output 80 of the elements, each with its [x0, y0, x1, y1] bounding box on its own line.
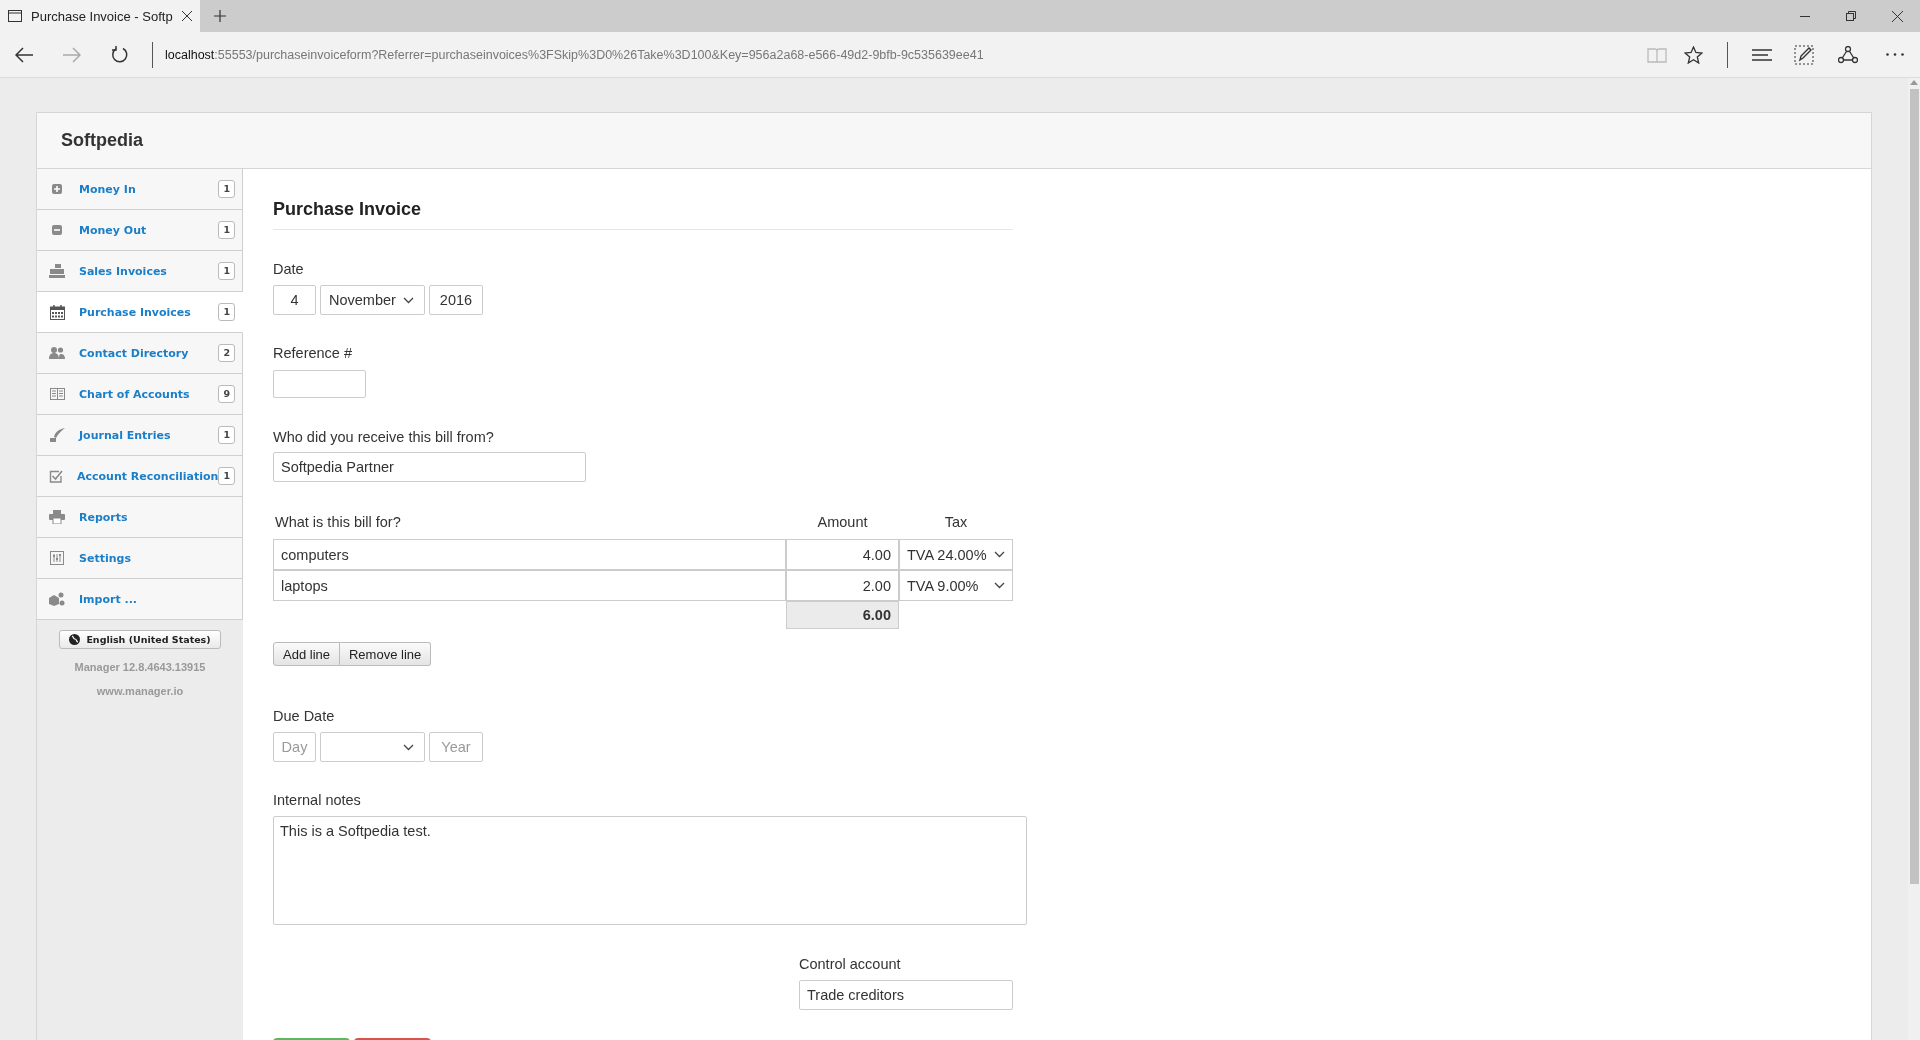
scrollbar[interactable]	[1908, 78, 1920, 1040]
line-button[interactable]: Remove line	[340, 642, 432, 666]
caret-icon	[403, 296, 414, 304]
minus-icon	[52, 225, 62, 235]
year-field[interactable]: 2016	[429, 285, 483, 315]
star-icon[interactable]	[1683, 45, 1703, 64]
sidebar-item[interactable]: Money Out 1	[37, 210, 243, 251]
description-field[interactable]: laptops	[273, 570, 786, 601]
people-icon	[49, 347, 65, 359]
sidebar-item[interactable]: Journal Entries 1	[37, 415, 243, 456]
sliders-icon	[50, 551, 64, 565]
back-arrow-icon[interactable]	[15, 46, 33, 63]
form-title: Purchase Invoice	[273, 197, 1013, 230]
browser-tab[interactable]: Purchase Invoice - Softp	[0, 0, 200, 32]
brand-title: Softpedia	[61, 130, 143, 151]
count-badge: 2	[218, 344, 235, 362]
column-header: Amount	[817, 513, 868, 531]
control-account-field[interactable]: Trade creditors	[799, 980, 1013, 1010]
sidebar-item[interactable]: Money In 1	[37, 169, 243, 210]
count-badge: 1	[218, 303, 235, 321]
restore-icon[interactable]	[1846, 11, 1856, 21]
amount-field[interactable]: 2.00	[786, 570, 899, 601]
page-icon	[8, 10, 22, 22]
sidebar-item[interactable]: Account Reconciliation 1	[37, 456, 243, 497]
field-label: Reference #	[273, 344, 352, 362]
field-label: Internal notes	[273, 791, 361, 809]
description-field[interactable]: computers	[273, 539, 786, 570]
book-icon	[49, 388, 65, 400]
notes-field[interactable]: This is a Softpedia test.	[273, 816, 1027, 925]
cubes-icon	[49, 592, 65, 606]
caret-icon	[403, 743, 414, 751]
line-button[interactable]: Add line	[273, 642, 340, 666]
scrollbar-thumb[interactable]	[1909, 89, 1919, 884]
amount-field[interactable]: 4.00	[786, 539, 899, 570]
sidebar-item[interactable]: Reports	[37, 497, 243, 538]
checkbox-icon	[49, 469, 63, 483]
cash-register-icon	[49, 264, 65, 278]
field-label: Who did you receive this bill from?	[273, 428, 494, 446]
count-badge: 1	[218, 221, 235, 239]
sidebar-item[interactable]: Chart of Accounts 9	[37, 374, 243, 415]
calendar-icon	[49, 304, 65, 320]
more-icon[interactable]	[1886, 53, 1904, 56]
plus-icon	[52, 184, 62, 194]
sidebar-item[interactable]: Purchase Invoices 1	[37, 292, 243, 333]
close-icon[interactable]	[182, 11, 192, 21]
sidebar-item[interactable]: Sales Invoices 1	[37, 251, 243, 292]
language-button[interactable]: English (United States)	[59, 630, 221, 649]
sidebar-item[interactable]: Import ...	[37, 579, 243, 620]
count-badge: 1	[218, 180, 235, 198]
month-dropdown[interactable]: November	[320, 285, 425, 315]
field-label: Due Date	[273, 707, 335, 725]
plus-icon[interactable]	[214, 10, 226, 22]
field-label: Date	[273, 260, 304, 278]
field-label: Control account	[799, 955, 901, 973]
close-icon[interactable]	[1891, 10, 1903, 22]
printer-icon	[49, 510, 65, 524]
quill-icon	[49, 428, 65, 442]
pen-note-icon[interactable]	[1794, 44, 1814, 65]
supplier-field[interactable]: Softpedia Partner	[273, 452, 586, 482]
count-badge: 1	[218, 262, 235, 280]
column-header: What is this bill for?	[274, 513, 401, 531]
tax-dropdown[interactable]: TVA 9.00%	[899, 570, 1013, 601]
version-text: Manager 12.8.4643.13915	[74, 661, 206, 673]
caret-icon	[994, 551, 1005, 558]
refresh-icon[interactable]	[111, 45, 129, 64]
hub-lines-icon[interactable]	[1752, 48, 1772, 61]
minimize-icon[interactable]	[1800, 15, 1810, 17]
tax-dropdown[interactable]: TVA 24.00%	[899, 539, 1013, 570]
caret-icon	[994, 582, 1005, 589]
count-badge: 9	[218, 385, 235, 403]
reference-field[interactable]	[273, 370, 366, 398]
sidebar-item[interactable]: Contact Directory 2	[37, 333, 243, 374]
column-header: Tax	[944, 513, 968, 531]
count-badge: 1	[218, 467, 235, 485]
share-icon[interactable]	[1838, 45, 1858, 64]
day-field[interactable]: 4	[273, 285, 316, 315]
sidebar-item[interactable]: Settings	[37, 538, 243, 579]
globe-icon	[69, 634, 81, 645]
total-cell: 6.00	[786, 601, 899, 629]
count-badge: 1	[218, 426, 235, 444]
